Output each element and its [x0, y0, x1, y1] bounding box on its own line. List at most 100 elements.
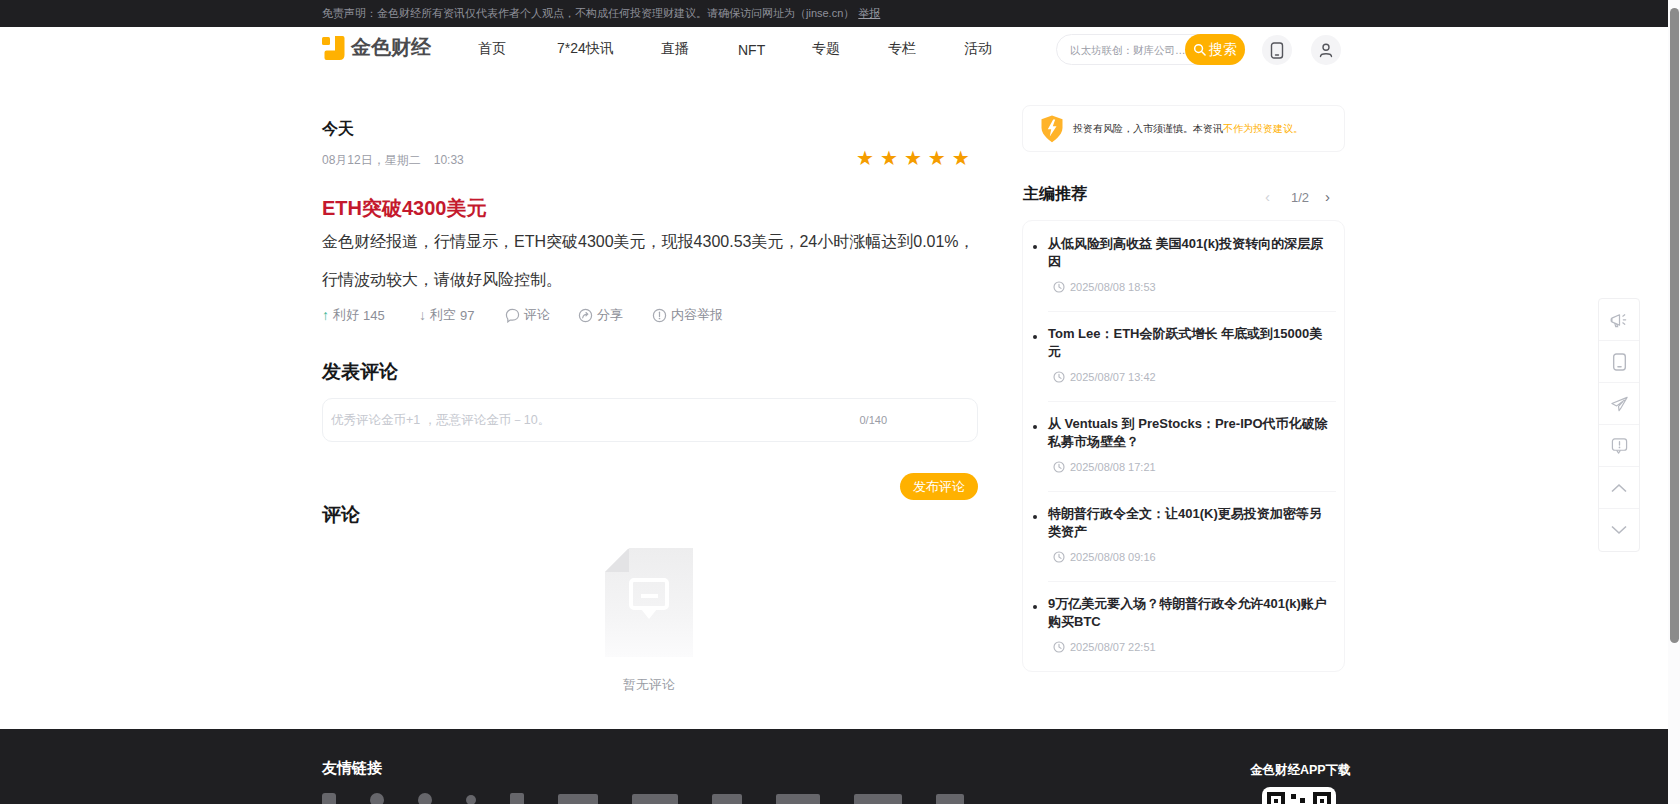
partner-logo[interactable]	[936, 794, 964, 804]
page-footer: 友情链接 金色财经APP下载	[0, 729, 1680, 804]
recommend-time: 2025/08/08 18:53	[1053, 281, 1156, 293]
bearish-button[interactable]: ↓ 利空 97	[419, 306, 474, 324]
feedback-button[interactable]	[1599, 425, 1639, 467]
nav-flash[interactable]: 7*24快讯	[557, 40, 614, 58]
partner-logo[interactable]	[418, 793, 432, 804]
comment-icon	[505, 308, 520, 323]
comment-input[interactable]	[331, 400, 791, 440]
date-row: 08月12日，星期二 10:33	[322, 152, 464, 169]
chevron-down-icon	[1610, 525, 1628, 535]
app-download-button[interactable]	[1599, 341, 1639, 383]
partner-logo[interactable]	[466, 795, 476, 804]
publish-comment-button[interactable]: 发布评论	[900, 473, 978, 500]
scroll-down-button[interactable]	[1599, 509, 1639, 551]
search-input[interactable]	[1070, 36, 1185, 63]
partner-logo[interactable]	[712, 794, 742, 804]
recommend-time: 2025/08/07 13:42	[1053, 371, 1156, 383]
search-icon	[1193, 43, 1206, 56]
shield-icon	[1041, 115, 1063, 143]
paper-plane-icon	[1610, 395, 1629, 413]
announcement-button[interactable]	[1599, 299, 1639, 341]
partner-logo[interactable]	[510, 793, 524, 804]
article-title: ETH突破4300美元	[322, 195, 487, 222]
no-comments-text: 暂无评论	[605, 676, 693, 694]
report-button[interactable]: 内容举报	[652, 306, 723, 324]
floating-toolbar	[1598, 298, 1640, 552]
rating-stars[interactable]: ★★★★★	[856, 146, 976, 170]
recommend-item[interactable]: 9万亿美元要入场？特朗普行政令允许401(k)账户购买BTC2025/08/07…	[1023, 581, 1344, 671]
recommend-item[interactable]: 从低风险到高收益 美国401(k)投资转向的深层原因 2025/08/08 18:…	[1023, 221, 1344, 311]
disclaimer-text: 免责声明：金色财经所有资讯仅代表作者个人观点，不构成任何投资理财建议。请确保访问…	[322, 7, 854, 19]
share-button[interactable]: 分享	[578, 306, 623, 324]
bullish-count: 145	[363, 308, 385, 323]
recommend-title[interactable]: 从 Ventuals 到 PreStocks：Pre-IPO代币化破除私募市场壁…	[1048, 415, 1328, 451]
clock-icon	[1053, 461, 1065, 473]
partner-logo[interactable]	[558, 794, 598, 804]
pager-next-icon[interactable]: ›	[1325, 188, 1330, 205]
recommend-item[interactable]: 特朗普行政令全文：让401(K)更易投资加密等另类资产 2025/08/08 09…	[1023, 491, 1344, 581]
scrollbar-thumb[interactable]	[1670, 8, 1679, 643]
report-link[interactable]: 举报	[858, 7, 880, 19]
disclaimer-bar: 免责声明：金色财经所有资讯仅代表作者个人观点，不构成任何投资理财建议。请确保访问…	[0, 0, 1680, 27]
recommend-item[interactable]: 从 Ventuals 到 PreStocks：Pre-IPO代币化破除私募市场壁…	[1023, 401, 1344, 491]
friend-links-heading: 友情链接	[322, 759, 382, 778]
recommend-title[interactable]: 9万亿美元要入场？特朗普行政令允许401(k)账户购买BTC	[1048, 595, 1328, 631]
search-button[interactable]: 搜索	[1185, 34, 1245, 65]
nav-live[interactable]: 直播	[661, 40, 689, 58]
partner-logo[interactable]	[632, 794, 678, 804]
star-icon[interactable]: ★	[880, 147, 904, 169]
star-icon[interactable]: ★	[856, 147, 880, 169]
article-actions: ↑ 利好 145 ↓ 利空 97 评论 分享	[322, 306, 802, 326]
recommend-title[interactable]: Tom Lee：ETH会阶跃式增长 年底或到15000美元	[1048, 325, 1328, 361]
nav-columns[interactable]: 专栏	[888, 40, 916, 58]
search-button-label: 搜索	[1209, 41, 1237, 59]
editor-picks-panel: 从低风险到高收益 美国401(k)投资转向的深层原因 2025/08/08 18:…	[1022, 220, 1345, 672]
star-icon[interactable]: ★	[904, 147, 928, 169]
article-body-line2: 行情波动较大，请做好风险控制。	[322, 261, 982, 299]
nav-topics[interactable]: 专题	[812, 40, 840, 58]
user-icon	[1318, 42, 1334, 58]
comment-counter: 0/140	[859, 414, 887, 426]
nav-nft[interactable]: NFT	[738, 42, 765, 58]
star-icon[interactable]: ★	[952, 147, 976, 169]
mobile-app-button[interactable]	[1262, 35, 1292, 65]
recommend-item[interactable]: Tom Lee：ETH会阶跃式增长 年底或到15000美元 2025/08/07 …	[1023, 311, 1344, 401]
recommend-time: 2025/08/08 09:16	[1053, 551, 1156, 563]
article-body: 金色财经报道，行情显示，ETH突破4300美元，现报4300.53美元，24小时…	[322, 223, 982, 299]
user-account-button[interactable]	[1311, 35, 1341, 65]
bullish-button[interactable]: ↑ 利好 145	[322, 306, 385, 324]
partner-logo[interactable]	[322, 793, 336, 804]
pager-indicator: 1/2	[1291, 190, 1309, 205]
nav-home[interactable]: 首页	[478, 40, 506, 58]
report-icon	[652, 308, 667, 323]
qr-pattern	[1267, 792, 1331, 804]
risk-notice-highlight: 不作为投资建议。	[1223, 122, 1303, 136]
app-download-heading: 金色财经APP下载	[1250, 762, 1351, 779]
partner-logo[interactable]	[854, 794, 902, 804]
feedback-icon	[1611, 437, 1628, 455]
share-page-button[interactable]	[1599, 383, 1639, 425]
risk-notice-card: 投资有风险，入市须谨慎。本资讯不作为投资建议。	[1022, 105, 1345, 152]
bearish-label: 利空	[430, 306, 456, 324]
article-body-line1: 金色财经报道，行情显示，ETH突破4300美元，现报4300.53美元，24小时…	[322, 223, 982, 261]
clock-icon	[1053, 371, 1065, 383]
recommend-title[interactable]: 特朗普行政令全文：让401(K)更易投资加密等另类资产	[1048, 505, 1328, 541]
scroll-up-button[interactable]	[1599, 467, 1639, 509]
bullish-label: 利好	[333, 306, 359, 324]
day-label: 今天	[322, 119, 354, 140]
arrow-up-icon: ↑	[322, 307, 329, 323]
nav-activity[interactable]: 活动	[964, 40, 992, 58]
bearish-count: 97	[460, 308, 474, 323]
partner-logo[interactable]	[370, 793, 384, 804]
megaphone-icon	[1610, 311, 1629, 329]
pager-prev-icon[interactable]: ‹	[1265, 188, 1270, 205]
comment-button[interactable]: 评论	[505, 306, 550, 324]
clock-icon	[1053, 551, 1065, 563]
star-icon[interactable]: ★	[928, 147, 952, 169]
partner-logo[interactable]	[776, 794, 820, 804]
article-date: 08月12日，星期二	[322, 153, 421, 167]
empty-bubble-icon	[629, 578, 669, 610]
article-time: 10:33	[434, 153, 464, 167]
recommend-title[interactable]: 从低风险到高收益 美国401(k)投资转向的深层原因	[1048, 235, 1328, 271]
page-scrollbar[interactable]	[1668, 0, 1680, 804]
